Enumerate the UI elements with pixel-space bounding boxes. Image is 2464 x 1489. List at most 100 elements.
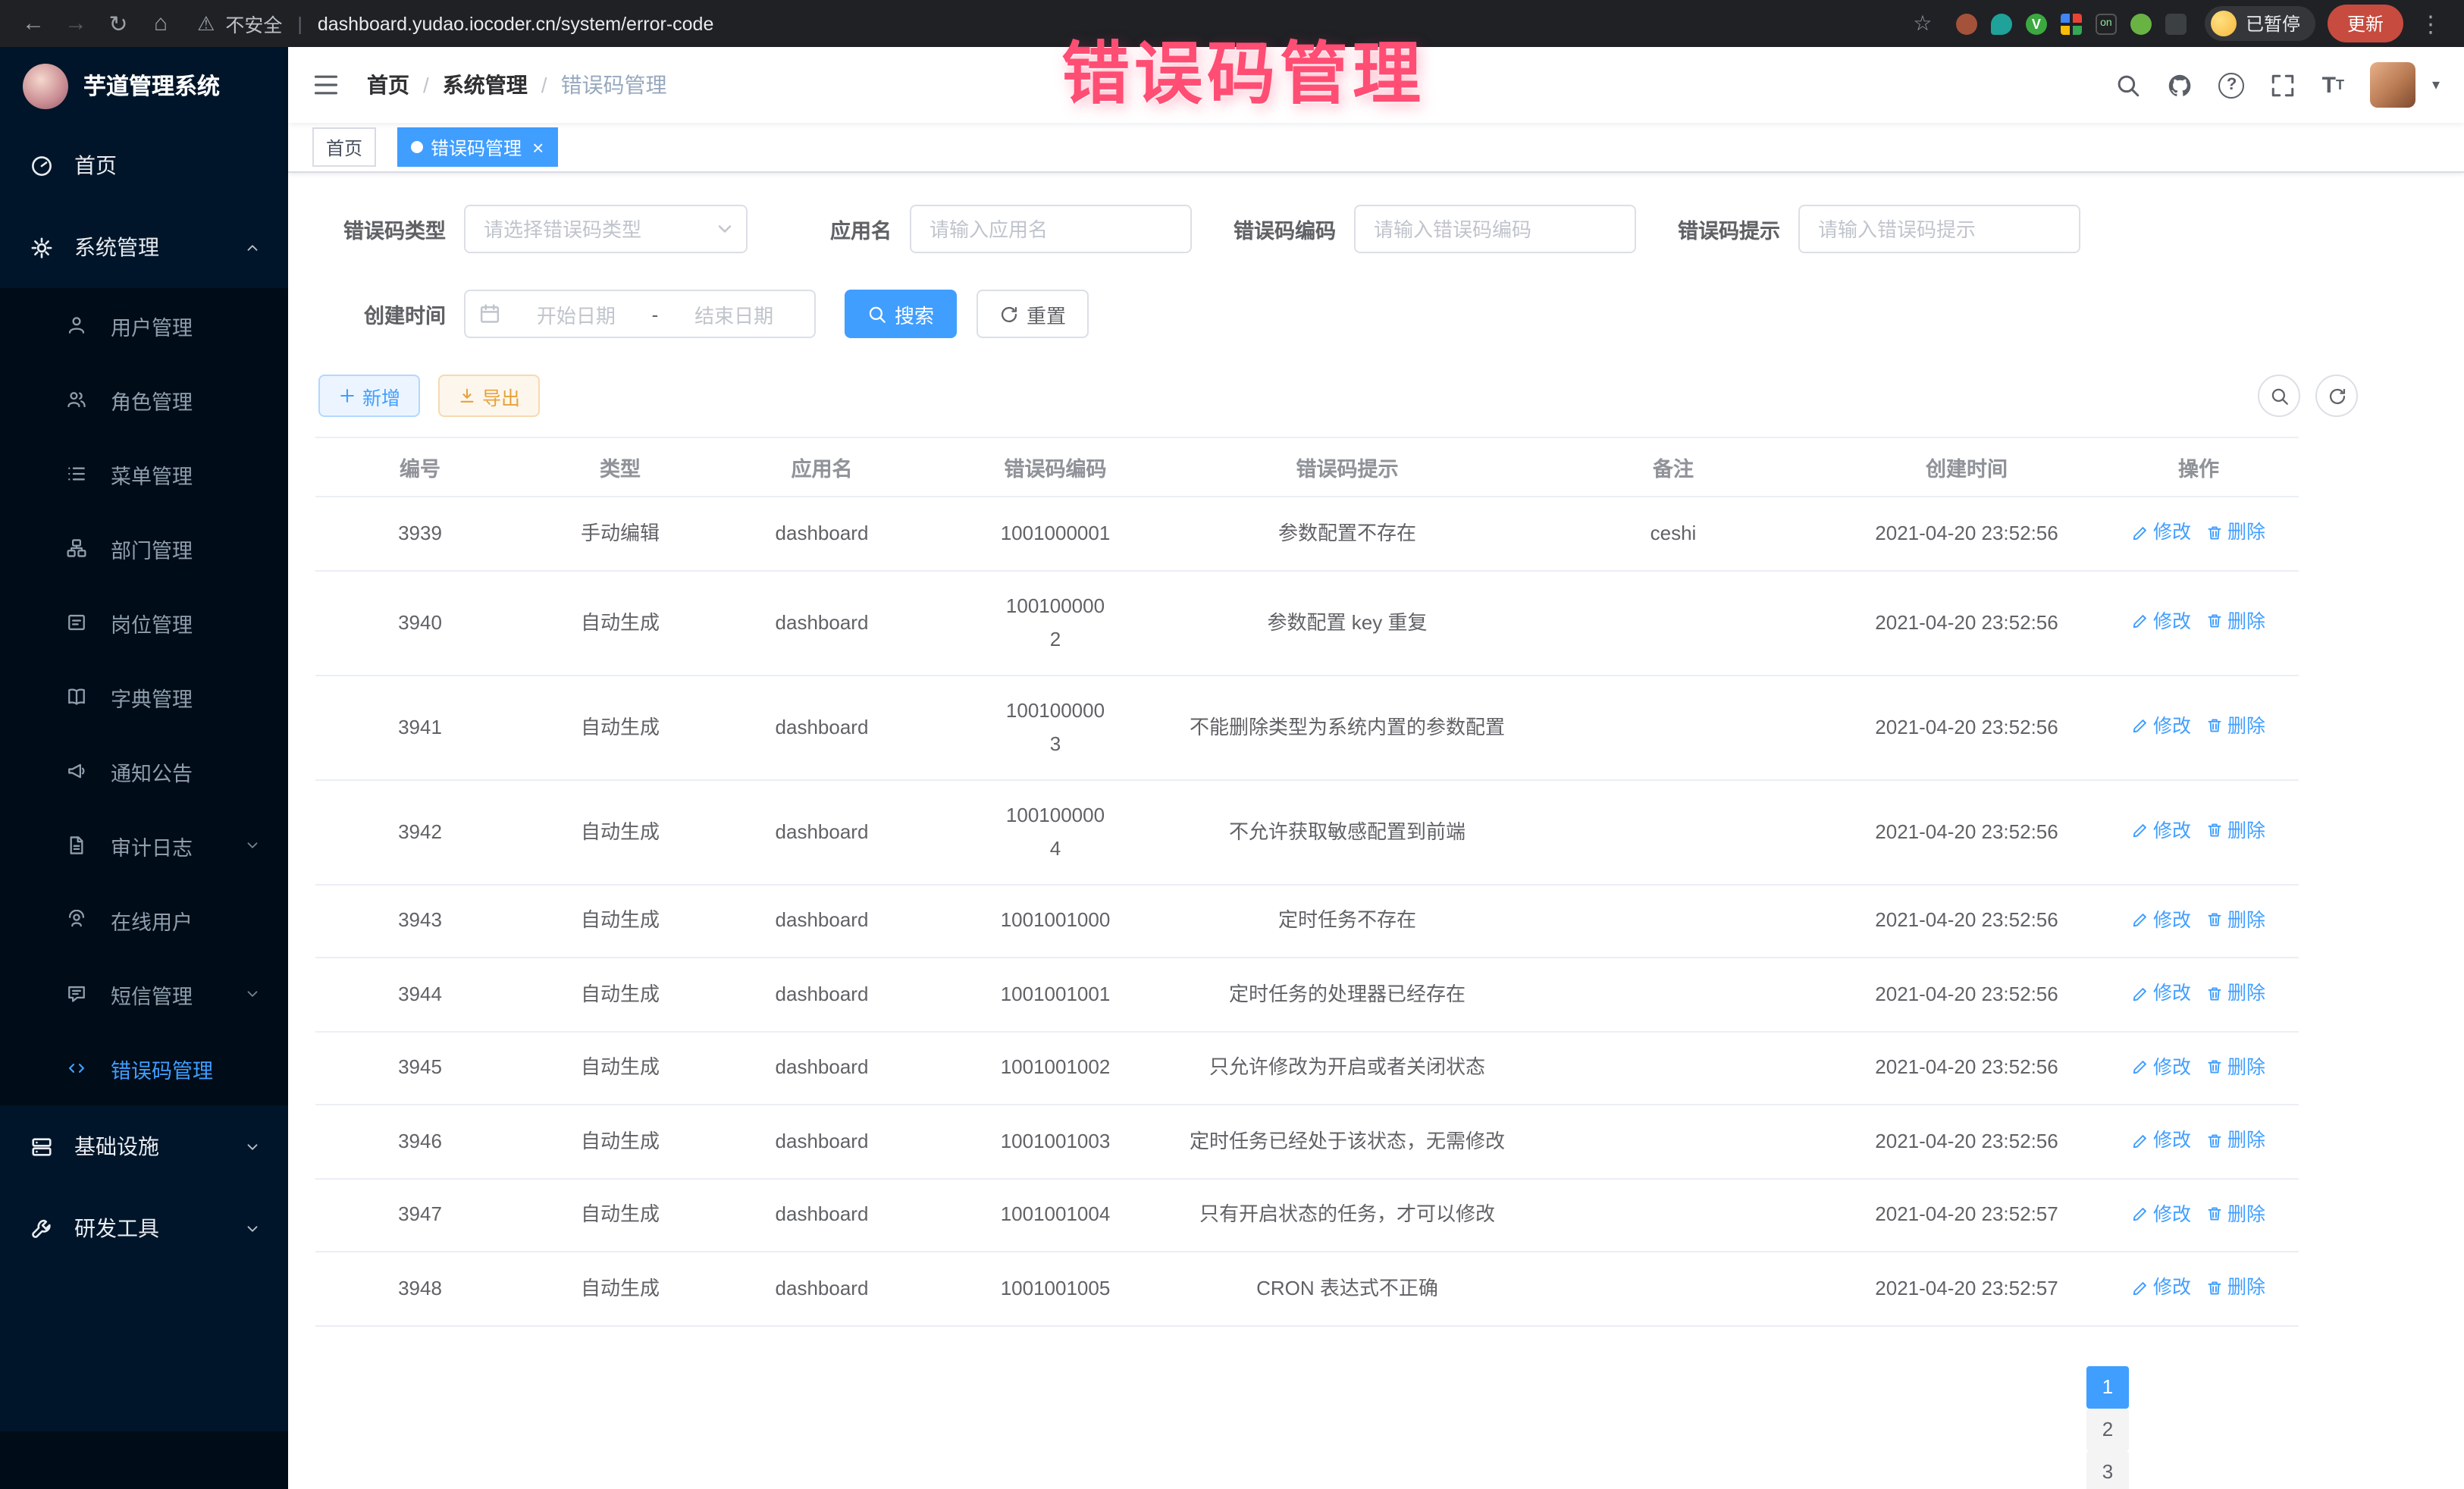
cell-remark xyxy=(1512,884,1835,958)
add-button[interactable]: 新增 xyxy=(318,375,420,417)
sidebar-footer[interactable] xyxy=(0,1431,288,1489)
hamburger-icon[interactable] xyxy=(312,70,343,100)
edit-link[interactable]: 修改 xyxy=(2132,976,2191,1010)
sidebar-item-error-code[interactable]: 错误码管理 xyxy=(0,1031,288,1105)
edit-link[interactable]: 修改 xyxy=(2132,710,2191,743)
filter-label: 错误码编码 xyxy=(1205,214,1354,244)
delete-link[interactable]: 删除 xyxy=(2206,605,2265,638)
browser-back-icon[interactable]: ← xyxy=(18,11,49,36)
toggle-search-button[interactable] xyxy=(2258,375,2300,417)
delete-link[interactable]: 删除 xyxy=(2206,1050,2265,1083)
profile-chip[interactable]: 已暂停 xyxy=(2205,6,2315,41)
table-row: 3941自动生成dashboard1001000003不能删除类型为系统内置的参… xyxy=(315,675,2299,779)
pager-page-2[interactable]: 2 xyxy=(2086,1408,2129,1450)
breadcrumb-system[interactable]: 系统管理 xyxy=(443,70,528,100)
refresh-table-button[interactable] xyxy=(2315,375,2358,417)
search-button[interactable]: 搜索 xyxy=(845,290,957,338)
sidebar-item-home[interactable]: 首页 xyxy=(0,124,288,206)
sidebar-item-dictionary[interactable]: 字典管理 xyxy=(0,660,288,734)
extension-puzzle-icon[interactable] xyxy=(2165,13,2187,34)
tab-home[interactable]: 首页 xyxy=(312,127,376,167)
cell-time: 2021-04-20 23:52:56 xyxy=(1835,570,2099,675)
extension-v-icon[interactable]: V xyxy=(2026,13,2047,34)
filter-item-app: 应用名 xyxy=(761,205,1192,253)
sidebar-item-menus[interactable]: 菜单管理 xyxy=(0,437,288,511)
delete-link[interactable]: 删除 xyxy=(2206,1271,2265,1304)
search-icon[interactable] xyxy=(2116,72,2142,98)
extension-icon-1[interactable] xyxy=(1956,13,1977,34)
app-body: 芋道管理系统 首页 系统管理 用户管理 xyxy=(0,47,2464,1489)
sidebar-item-label: 角色管理 xyxy=(111,384,193,415)
pager-page-3[interactable]: 3 xyxy=(2086,1450,2129,1489)
edit-link[interactable]: 修改 xyxy=(2132,814,2191,848)
edit-link[interactable]: 修改 xyxy=(2132,1124,2191,1157)
trash-icon xyxy=(2206,985,2223,1002)
browser-update-button[interactable]: 更新 xyxy=(2328,5,2403,42)
cell-actions: 修改删除 xyxy=(2099,958,2299,1031)
help-icon[interactable]: ? xyxy=(2219,72,2245,98)
edit-link[interactable]: 修改 xyxy=(2132,605,2191,638)
sidebar-item-audit-log[interactable]: 审计日志 xyxy=(0,808,288,882)
edit-link[interactable]: 修改 xyxy=(2132,1197,2191,1230)
column-header-code: 错误码编码 xyxy=(928,437,1183,497)
delete-link[interactable]: 删除 xyxy=(2206,516,2265,549)
edit-icon xyxy=(2132,985,2149,1002)
error-type-select[interactable] xyxy=(464,205,748,253)
browser-menu-icon[interactable]: ⋮ xyxy=(2415,10,2446,37)
delete-link[interactable]: 删除 xyxy=(2206,903,2265,936)
cell-time: 2021-04-20 23:52:56 xyxy=(1835,497,2099,570)
cell-app: dashboard xyxy=(716,497,928,570)
app-name-input[interactable] xyxy=(910,205,1192,253)
sidebar-item-roles[interactable]: 角色管理 xyxy=(0,362,288,437)
sidebar-item-notice[interactable]: 通知公告 xyxy=(0,734,288,808)
delete-link[interactable]: 删除 xyxy=(2206,814,2265,848)
user-avatar[interactable] xyxy=(2370,62,2415,108)
chevron-up-icon xyxy=(244,239,261,255)
sidebar-item-departments[interactable]: 部门管理 xyxy=(0,511,288,585)
page-content: 错误码类型 应用名 错误码编码 xyxy=(288,173,2464,1489)
extension-leaf-icon[interactable] xyxy=(2130,13,2152,34)
sidebar-item-infrastructure[interactable]: 基础设施 xyxy=(0,1105,288,1187)
delete-link[interactable]: 删除 xyxy=(2206,1124,2265,1157)
bookmark-star-icon[interactable]: ☆ xyxy=(1908,11,1938,36)
font-size-icon[interactable]: TT xyxy=(2322,74,2344,96)
chevron-down-icon[interactable]: ▾ xyxy=(2432,77,2440,93)
sidebar-item-positions[interactable]: 岗位管理 xyxy=(0,585,288,660)
close-icon[interactable]: × xyxy=(532,137,544,157)
delete-link[interactable]: 删除 xyxy=(2206,976,2265,1010)
reset-button[interactable]: 重置 xyxy=(977,290,1089,338)
filter-item-hint: 错误码提示 xyxy=(1650,205,2080,253)
sidebar-item-sms[interactable]: 短信管理 xyxy=(0,957,288,1031)
error-type-select-input[interactable] xyxy=(464,205,748,253)
delete-link[interactable]: 删除 xyxy=(2206,1197,2265,1230)
browser-home-icon[interactable]: ⌂ xyxy=(146,11,176,36)
browser-reload-icon[interactable]: ↻ xyxy=(103,10,133,37)
sidebar-item-system[interactable]: 系统管理 xyxy=(0,206,288,288)
github-icon[interactable] xyxy=(2168,72,2193,98)
export-button[interactable]: 导出 xyxy=(438,375,540,417)
error-hint-input[interactable] xyxy=(1798,205,2080,253)
browser-forward-icon[interactable]: → xyxy=(61,11,91,36)
sidebar-item-online-users[interactable]: 在线用户 xyxy=(0,882,288,957)
extension-drop-icon[interactable] xyxy=(1991,13,2012,34)
fullscreen-icon[interactable] xyxy=(2271,72,2296,98)
sidebar-item-label: 部门管理 xyxy=(111,533,193,563)
error-code-input[interactable] xyxy=(1354,205,1636,253)
app-logo[interactable]: 芋道管理系统 xyxy=(0,47,288,124)
filter-label: 错误码提示 xyxy=(1650,214,1798,244)
edit-link[interactable]: 修改 xyxy=(2132,1050,2191,1083)
date-range-picker[interactable]: 开始日期 - 结束日期 xyxy=(464,290,816,338)
edit-link[interactable]: 修改 xyxy=(2132,516,2191,549)
edit-link[interactable]: 修改 xyxy=(2132,903,2191,936)
tab-error-code[interactable]: 错误码管理 × xyxy=(397,127,557,167)
pager-page-1[interactable]: 1 xyxy=(2086,1365,2129,1408)
extension-on-badge-icon[interactable]: on xyxy=(2096,13,2117,34)
sidebar-item-users[interactable]: 用户管理 xyxy=(0,288,288,362)
breadcrumb-home[interactable]: 首页 xyxy=(367,70,409,100)
sidebar-item-label: 研发工具 xyxy=(74,1213,159,1243)
address-bar[interactable]: ⚠ 不安全 | dashboard.yudao.iocoder.cn/syste… xyxy=(197,9,1938,38)
edit-link[interactable]: 修改 xyxy=(2132,1271,2191,1304)
extension-grid-icon[interactable] xyxy=(2061,13,2082,34)
sidebar-item-dev-tools[interactable]: 研发工具 xyxy=(0,1187,288,1269)
delete-link[interactable]: 删除 xyxy=(2206,710,2265,743)
